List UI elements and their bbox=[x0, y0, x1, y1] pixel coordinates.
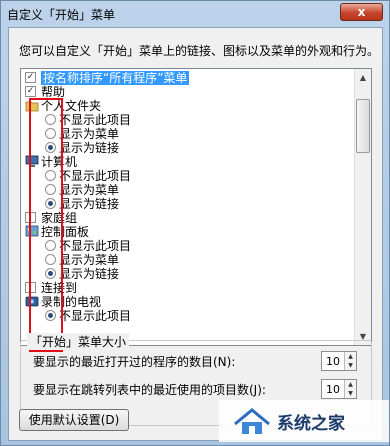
radio-button-selected[interactable] bbox=[45, 198, 56, 209]
radio-label: 不显示此项目 bbox=[59, 239, 132, 253]
spinner-value: 10 bbox=[326, 383, 340, 396]
recent-programs-spinner[interactable]: 10 ▲ ▼ bbox=[321, 351, 357, 371]
jump-list-spinner[interactable]: 10 ▲ ▼ bbox=[321, 379, 357, 399]
watermark-logo-icon bbox=[234, 408, 270, 434]
checkbox-connect-to[interactable] bbox=[25, 282, 36, 293]
spinner-buttons: ▲ ▼ bbox=[344, 352, 356, 370]
dialog-body: 您可以自定义「开始」菜单上的链接、图标以及菜单的外观和行为。 ✓ 按名称排序“所… bbox=[8, 27, 383, 441]
option-homegroup[interactable]: 家庭组 bbox=[25, 211, 355, 225]
radio-personal-folder-hide[interactable]: 不显示此项目 bbox=[45, 113, 345, 127]
dialog-description: 您可以自定义「开始」菜单上的链接、图标以及菜单的外观和行为。 bbox=[19, 44, 380, 58]
option-label: 个人文件夹 bbox=[41, 99, 102, 113]
option-personal-folder: 个人文件夹 bbox=[25, 99, 355, 113]
radio-label: 不显示此项目 bbox=[59, 169, 132, 183]
use-defaults-button[interactable]: 使用默认设置(D) bbox=[19, 409, 129, 431]
radio-label: 显示为链接 bbox=[59, 141, 120, 155]
spinner-buttons: ▲ ▼ bbox=[344, 380, 356, 398]
radio-label: 显示为菜单 bbox=[59, 183, 120, 197]
radio-personal-folder-link[interactable]: 显示为链接 bbox=[45, 141, 345, 155]
close-icon: x bbox=[357, 5, 366, 19]
spin-down-arrow-icon[interactable]: ▼ bbox=[345, 361, 356, 370]
radio-personal-folder-menu[interactable]: 显示为菜单 bbox=[45, 127, 345, 141]
folder-icon bbox=[25, 101, 39, 112]
spin-up-arrow-icon[interactable]: ▲ bbox=[345, 352, 356, 361]
scrollbar-thumb[interactable] bbox=[356, 99, 370, 153]
radio-button[interactable] bbox=[45, 170, 56, 181]
spin-up-arrow-icon[interactable]: ▲ bbox=[345, 380, 356, 389]
option-label: 家庭组 bbox=[41, 211, 78, 225]
option-label: 按名称排序“所有程序”菜单 bbox=[41, 71, 190, 85]
radio-button-selected[interactable] bbox=[45, 310, 56, 321]
option-label: 帮助 bbox=[41, 85, 66, 99]
radio-button-selected[interactable] bbox=[45, 268, 56, 279]
control-panel-icon bbox=[25, 225, 39, 237]
option-help[interactable]: ✓ 帮助 bbox=[25, 85, 355, 99]
computer-icon bbox=[25, 155, 39, 167]
recorded-tv-icon bbox=[25, 296, 39, 307]
radio-button[interactable] bbox=[45, 254, 56, 265]
options-list[interactable]: ✓ 按名称排序“所有程序”菜单 ✓ 帮助 个人文件夹 不显示此项目 显示为菜单 … bbox=[20, 68, 372, 346]
option-label: 计算机 bbox=[41, 155, 78, 169]
radio-label: 显示为菜单 bbox=[59, 253, 120, 267]
radio-control-panel-menu[interactable]: 显示为菜单 bbox=[45, 253, 345, 267]
option-computer: 计算机 bbox=[25, 155, 355, 169]
option-control-panel: 控制面板 bbox=[25, 225, 355, 239]
option-sort-by-name[interactable]: ✓ 按名称排序“所有程序”菜单 bbox=[25, 71, 355, 85]
close-button[interactable]: x bbox=[340, 3, 383, 21]
radio-button[interactable] bbox=[45, 240, 56, 251]
option-label: 控制面板 bbox=[41, 225, 90, 239]
recent-programs-label: 要显示的最近打开过的程序的数目(N): bbox=[33, 355, 236, 369]
radio-label: 不显示此项目 bbox=[59, 309, 132, 323]
spin-down-arrow-icon[interactable]: ▼ bbox=[345, 389, 356, 398]
radio-label: 显示为链接 bbox=[59, 197, 120, 211]
radio-button-selected[interactable] bbox=[45, 142, 56, 153]
customize-start-menu-dialog: 自定义「开始」菜单 x 您可以自定义「开始」菜单上的链接、图标以及菜单的外观和行… bbox=[0, 0, 390, 446]
window-title: 自定义「开始」菜单 bbox=[7, 8, 116, 22]
checkbox-help[interactable]: ✓ bbox=[25, 86, 36, 97]
option-label: 连接到 bbox=[41, 281, 78, 295]
radio-control-panel-link[interactable]: 显示为链接 bbox=[45, 267, 345, 281]
group-title: 「开始」菜单大小 bbox=[27, 333, 130, 350]
radio-computer-hide[interactable]: 不显示此项目 bbox=[45, 169, 345, 183]
radio-computer-link[interactable]: 显示为链接 bbox=[45, 197, 345, 211]
radio-control-panel-hide[interactable]: 不显示此项目 bbox=[45, 239, 345, 253]
option-connect-to[interactable]: 连接到 bbox=[25, 281, 355, 295]
radio-button[interactable] bbox=[45, 114, 56, 125]
radio-recorded-tv-hide[interactable]: 不显示此项目 bbox=[45, 309, 345, 323]
checkbox-homegroup[interactable] bbox=[25, 212, 36, 223]
scroll-up-arrow-icon[interactable]: ▲ bbox=[355, 69, 371, 86]
radio-computer-menu[interactable]: 显示为菜单 bbox=[45, 183, 345, 197]
jump-list-label: 要显示在跳转列表中的最近使用的项目数(J): bbox=[33, 383, 266, 397]
checkbox-sort-by-name[interactable]: ✓ bbox=[25, 72, 36, 83]
radio-label: 显示为链接 bbox=[59, 267, 120, 281]
vertical-scrollbar[interactable]: ▲ ▼ bbox=[354, 69, 371, 345]
radio-button[interactable] bbox=[45, 128, 56, 139]
watermark-text: 系统之家 bbox=[277, 414, 345, 434]
option-recorded-tv: 录制的电视 bbox=[25, 295, 355, 309]
radio-label: 不显示此项目 bbox=[59, 113, 132, 127]
radio-label: 显示为菜单 bbox=[59, 127, 120, 141]
spinner-value: 10 bbox=[326, 355, 340, 368]
title-bar: 自定义「开始」菜单 x bbox=[1, 1, 389, 25]
radio-button[interactable] bbox=[45, 184, 56, 195]
watermark: 系统之家 bbox=[219, 400, 389, 442]
option-label: 录制的电视 bbox=[41, 295, 102, 309]
